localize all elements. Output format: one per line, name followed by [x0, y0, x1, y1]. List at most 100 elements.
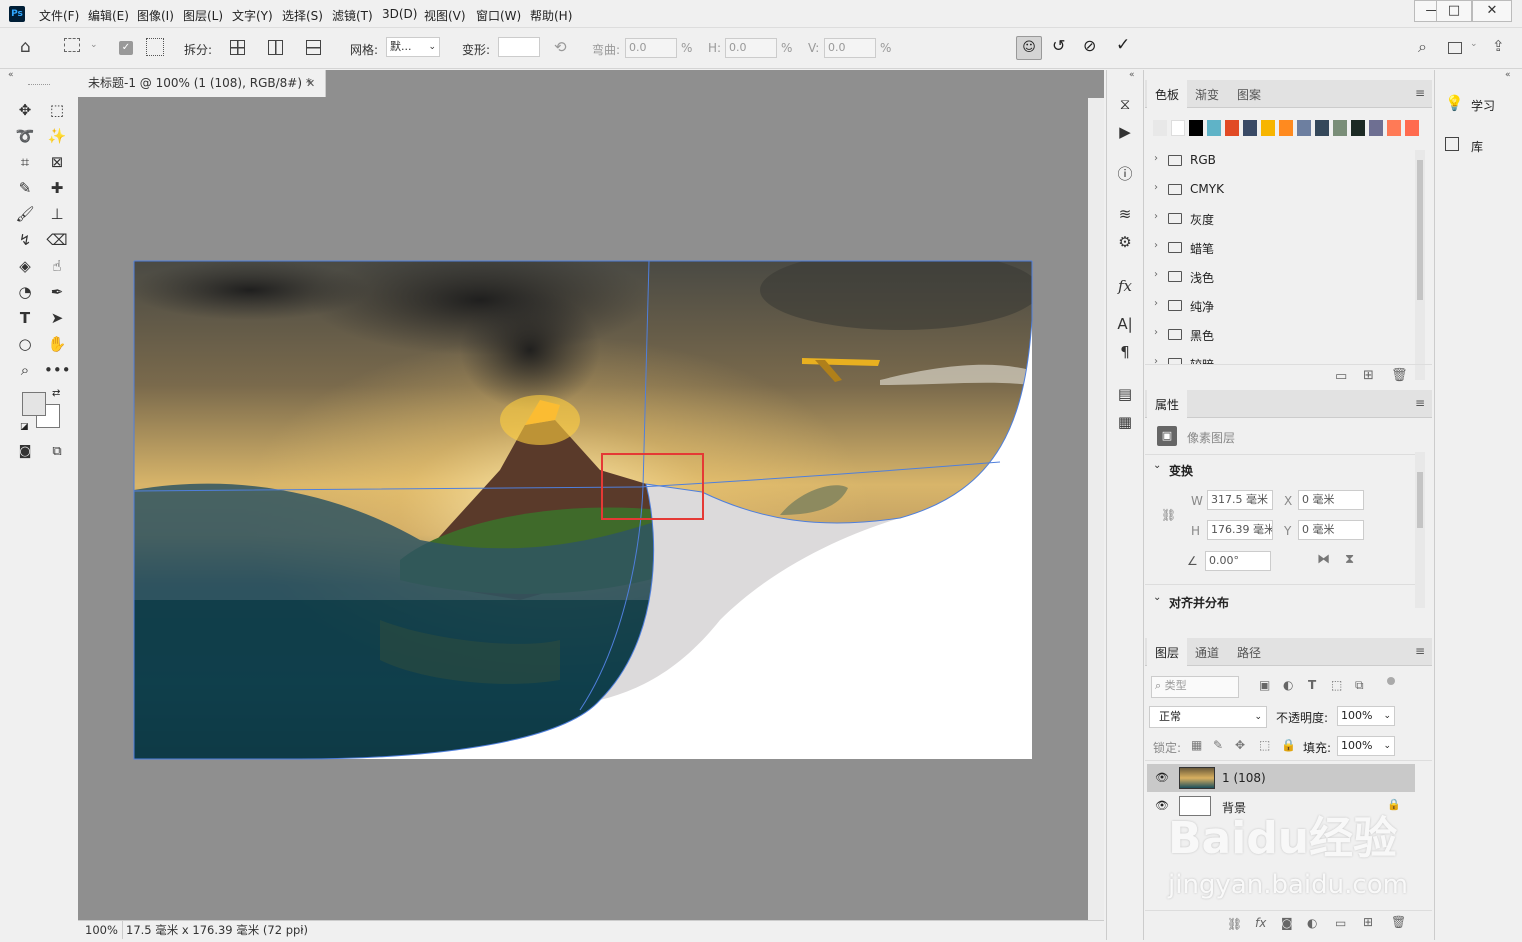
learn-label[interactable]: 学习 — [1471, 97, 1495, 114]
new-layer-icon[interactable]: ⊞ — [1363, 915, 1373, 929]
x-label: X — [1284, 494, 1293, 508]
notes-icon[interactable]: ▦ — [1112, 410, 1138, 434]
chevron-right-icon: › — [1154, 240, 1158, 251]
swatch[interactable] — [1189, 120, 1203, 136]
eye-visibility-icon[interactable]: 👁 — [1155, 771, 1169, 784]
chevron-down-icon[interactable]: ⌄ — [1153, 592, 1161, 603]
tab-layers[interactable]: 图层 — [1155, 644, 1179, 661]
swatch[interactable] — [1261, 120, 1275, 136]
swatch[interactable] — [1351, 120, 1365, 136]
link-layers-icon[interactable]: ⛓ — [1227, 917, 1242, 931]
actions-play-icon[interactable]: ▶ — [1112, 120, 1138, 144]
swatch[interactable] — [1243, 120, 1257, 136]
swatch-group[interactable]: › 灰度 — [1152, 205, 1412, 233]
swatch[interactable] — [1387, 120, 1401, 136]
chevron-right-icon: › — [1154, 327, 1158, 338]
swatch-group[interactable]: › 纯净 — [1152, 292, 1412, 320]
fill-input[interactable]: 100% ⌄ — [1337, 736, 1395, 756]
filter-pixel-icon[interactable]: ▣ — [1259, 678, 1270, 692]
chevron-down-icon: ⌄ — [1383, 741, 1391, 751]
swatches-scrollbar[interactable] — [1415, 150, 1425, 380]
vertical-scrollbar[interactable] — [1088, 98, 1104, 920]
swatch-group[interactable]: › 蜡笔 — [1152, 234, 1412, 262]
add-style-fx-icon[interactable]: fx — [1255, 916, 1266, 930]
swatch-group[interactable]: › 较暗 — [1152, 350, 1412, 364]
swatch[interactable] — [1153, 120, 1167, 136]
chevron-down-icon[interactable]: ⌄ — [1153, 460, 1161, 471]
layer-filter-select[interactable]: ⌕ 类型 — [1151, 676, 1239, 698]
new-group-icon[interactable]: ▭ — [1335, 916, 1346, 930]
add-mask-icon[interactable]: ◙ — [1281, 916, 1293, 930]
filter-shape-icon[interactable]: ⬚ — [1331, 678, 1342, 692]
info-icon[interactable]: ⓘ — [1112, 162, 1138, 186]
panel-menu-icon[interactable]: ≡ — [1415, 86, 1425, 100]
trash-icon[interactable]: 🗑 — [1391, 368, 1408, 383]
tab-paths[interactable]: 路径 — [1237, 644, 1261, 661]
lock-artboard-icon[interactable]: ⬚ — [1259, 738, 1270, 752]
tab-swatches[interactable]: 色板 — [1155, 86, 1179, 103]
panel-menu-icon[interactable]: ≡ — [1415, 396, 1425, 410]
swatch[interactable] — [1369, 120, 1383, 136]
flip-vertical-icon[interactable]: ⧗ — [1345, 552, 1354, 567]
swatch[interactable] — [1405, 120, 1419, 136]
filter-smart-icon[interactable]: ⧉ — [1355, 678, 1364, 693]
library-icon[interactable] — [1445, 137, 1459, 151]
swatch-group[interactable]: › CMYK — [1152, 176, 1412, 204]
swatch[interactable] — [1207, 120, 1221, 136]
swatch[interactable] — [1333, 120, 1347, 136]
character-icon[interactable]: A| — [1112, 312, 1138, 336]
new-group-icon[interactable]: ▭ — [1335, 369, 1347, 384]
layer-filter-value: 类型 — [1164, 679, 1187, 692]
collapse-icon[interactable]: « — [1505, 70, 1511, 80]
lock-position-icon[interactable]: ✥ — [1235, 738, 1245, 752]
pixel-layer-icon: ▣ — [1157, 426, 1177, 446]
tab-channels[interactable]: 通道 — [1195, 644, 1219, 661]
opacity-input[interactable]: 100% ⌄ — [1337, 706, 1395, 726]
swatch[interactable] — [1315, 120, 1329, 136]
swatch-group[interactable]: › 黑色 — [1152, 321, 1412, 349]
width-input[interactable]: 317.5 毫米 — [1207, 490, 1273, 510]
filter-type-icon[interactable]: T — [1308, 678, 1316, 692]
folder-icon — [1168, 242, 1182, 253]
lightbulb-icon[interactable]: 💡 — [1445, 94, 1464, 112]
lock-all-icon[interactable]: 🔒 — [1281, 738, 1296, 752]
chevron-right-icon[interactable]: › — [300, 921, 304, 939]
height-input[interactable]: 176.39 毫米 — [1207, 520, 1273, 540]
brush-settings-icon[interactable]: ≋ — [1112, 202, 1138, 226]
new-swatch-icon[interactable]: ⊞ — [1363, 368, 1374, 383]
glyphs-icon[interactable]: ▤ — [1112, 382, 1138, 406]
panel-menu-icon[interactable]: ≡ — [1415, 644, 1425, 658]
y-input[interactable]: 0 毫米 — [1298, 520, 1364, 540]
document-info[interactable]: 17.5 毫米 x 176.39 毫米 (72 ppi) — [122, 921, 312, 939]
filter-adjustment-icon[interactable]: ◐ — [1283, 678, 1293, 692]
swatch[interactable] — [1279, 120, 1293, 136]
history-icon[interactable]: ⧖ — [1112, 92, 1138, 116]
tab-patterns[interactable]: 图案 — [1237, 86, 1261, 103]
angle-input[interactable]: 0.00° — [1205, 551, 1271, 571]
tab-gradients[interactable]: 渐变 — [1195, 86, 1219, 103]
flip-horizontal-icon[interactable]: ⧓ — [1317, 552, 1330, 567]
blend-mode-select[interactable]: 正常 ⌄ — [1149, 706, 1267, 728]
library-label[interactable]: 库 — [1471, 138, 1483, 155]
filter-toggle-icon[interactable] — [1387, 677, 1395, 685]
lock-transparency-icon[interactable]: ▦ — [1191, 738, 1202, 752]
adjustments-icon[interactable]: ⚙ — [1112, 230, 1138, 254]
adjustment-layer-icon[interactable]: ◐ — [1307, 916, 1317, 930]
collapse-icon[interactable]: « — [1129, 70, 1135, 80]
x-input[interactable]: 0 毫米 — [1298, 490, 1364, 510]
link-icon[interactable]: ⛓ — [1161, 508, 1176, 522]
delete-layer-icon[interactable]: 🗑 — [1391, 915, 1406, 929]
swatch-group[interactable]: › RGB — [1152, 147, 1412, 175]
eye-visibility-icon[interactable]: 👁 — [1155, 799, 1169, 812]
tab-properties[interactable]: 属性 — [1155, 396, 1179, 413]
swatch[interactable] — [1225, 120, 1239, 136]
zoom-level[interactable]: 100% — [85, 921, 118, 939]
layer-row[interactable]: 👁 1 (108) — [1147, 764, 1415, 792]
swatch[interactable] — [1171, 120, 1185, 136]
styles-fx-icon[interactable]: fx — [1112, 274, 1138, 298]
paragraph-icon[interactable]: ¶ — [1112, 340, 1138, 364]
properties-scrollbar[interactable] — [1415, 452, 1425, 608]
swatch-group[interactable]: › 浅色 — [1152, 263, 1412, 291]
swatch[interactable] — [1297, 120, 1311, 136]
lock-paint-icon[interactable]: ✎ — [1213, 738, 1223, 752]
